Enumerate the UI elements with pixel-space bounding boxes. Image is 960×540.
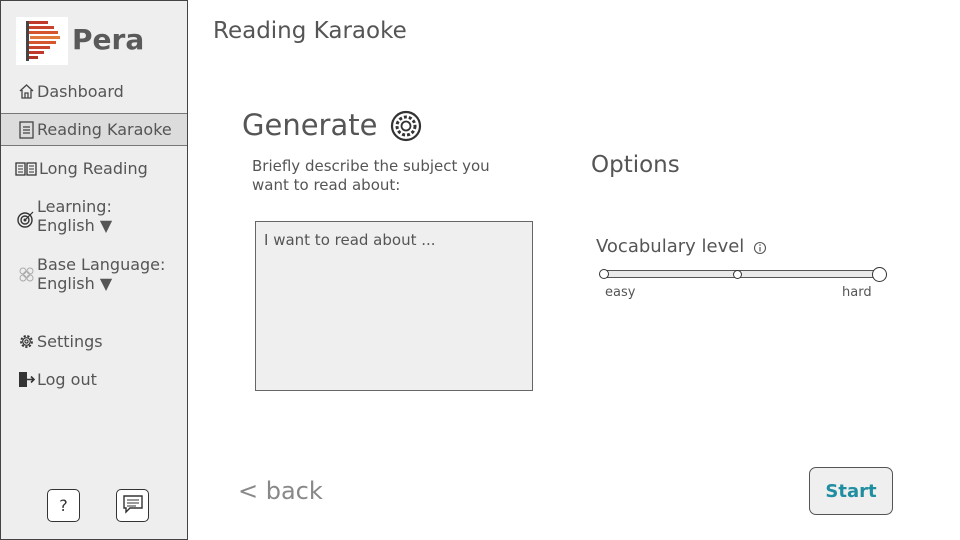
target-icon xyxy=(17,209,35,228)
subject-input[interactable] xyxy=(255,221,533,391)
sidebar-item-label: Log out xyxy=(37,370,97,389)
base-language-select[interactable]: English ▼ xyxy=(37,274,165,293)
sidebar-item-reading-karaoke[interactable]: Reading Karaoke xyxy=(1,113,187,146)
info-icon[interactable] xyxy=(753,240,767,255)
book-icon xyxy=(15,159,37,178)
slider-handle[interactable] xyxy=(872,267,887,282)
feedback-button[interactable] xyxy=(116,489,149,522)
options-heading: Options xyxy=(591,152,680,178)
base-language-label: Base Language: xyxy=(37,255,166,274)
learning-language-group: Learning: English ▼ xyxy=(37,197,112,235)
sidebar-item-logout[interactable]: Log out xyxy=(1,370,187,390)
slider-stop-medium[interactable] xyxy=(733,270,742,279)
page-title: Reading Karaoke xyxy=(213,18,407,44)
back-link[interactable]: < back xyxy=(238,477,323,505)
sidebar-item-dashboard[interactable]: Dashboard xyxy=(1,82,187,102)
app-name: Pera xyxy=(72,23,145,56)
chat-icon xyxy=(122,494,144,518)
sidebar-item-label: Long Reading xyxy=(39,159,148,178)
sidebar-item-label: Reading Karaoke xyxy=(37,120,172,139)
home-icon xyxy=(17,82,35,101)
learning-language-select[interactable]: English ▼ xyxy=(37,216,112,235)
sidebar-item-settings[interactable]: Settings xyxy=(1,332,187,352)
sidebar-item-label: Dashboard xyxy=(37,82,124,101)
sidebar-item-long-reading[interactable]: Long Reading xyxy=(1,159,187,179)
globe-icon xyxy=(17,265,35,284)
generate-heading: Generate xyxy=(242,108,378,142)
subject-prompt-label: Briefly describe the subject you want to… xyxy=(252,157,490,194)
vocabulary-level-label: Vocabulary level xyxy=(596,236,745,257)
slider-max-label: hard xyxy=(842,285,872,300)
help-label: ? xyxy=(59,496,68,515)
base-language-group: Base Language: English ▼ xyxy=(37,255,165,293)
slider-stop-easy[interactable] xyxy=(599,269,609,279)
pera-logo xyxy=(16,17,68,65)
sidebar: Pera Dashboard Reading Karaoke Long Read… xyxy=(0,0,188,540)
slider-min-label: easy xyxy=(605,285,636,300)
sidebar-item-base-language[interactable]: Base Language: English ▼ xyxy=(1,255,187,295)
gear-icon xyxy=(17,332,35,351)
document-icon xyxy=(17,120,35,139)
help-button[interactable]: ? xyxy=(47,489,80,522)
learning-label: Learning: xyxy=(37,197,112,216)
ai-generate-icon xyxy=(389,109,423,143)
sidebar-item-label: Settings xyxy=(37,332,103,351)
sidebar-item-learning-language[interactable]: Learning: English ▼ xyxy=(1,197,187,237)
start-button[interactable]: Start xyxy=(809,467,893,515)
logout-icon xyxy=(17,370,35,389)
